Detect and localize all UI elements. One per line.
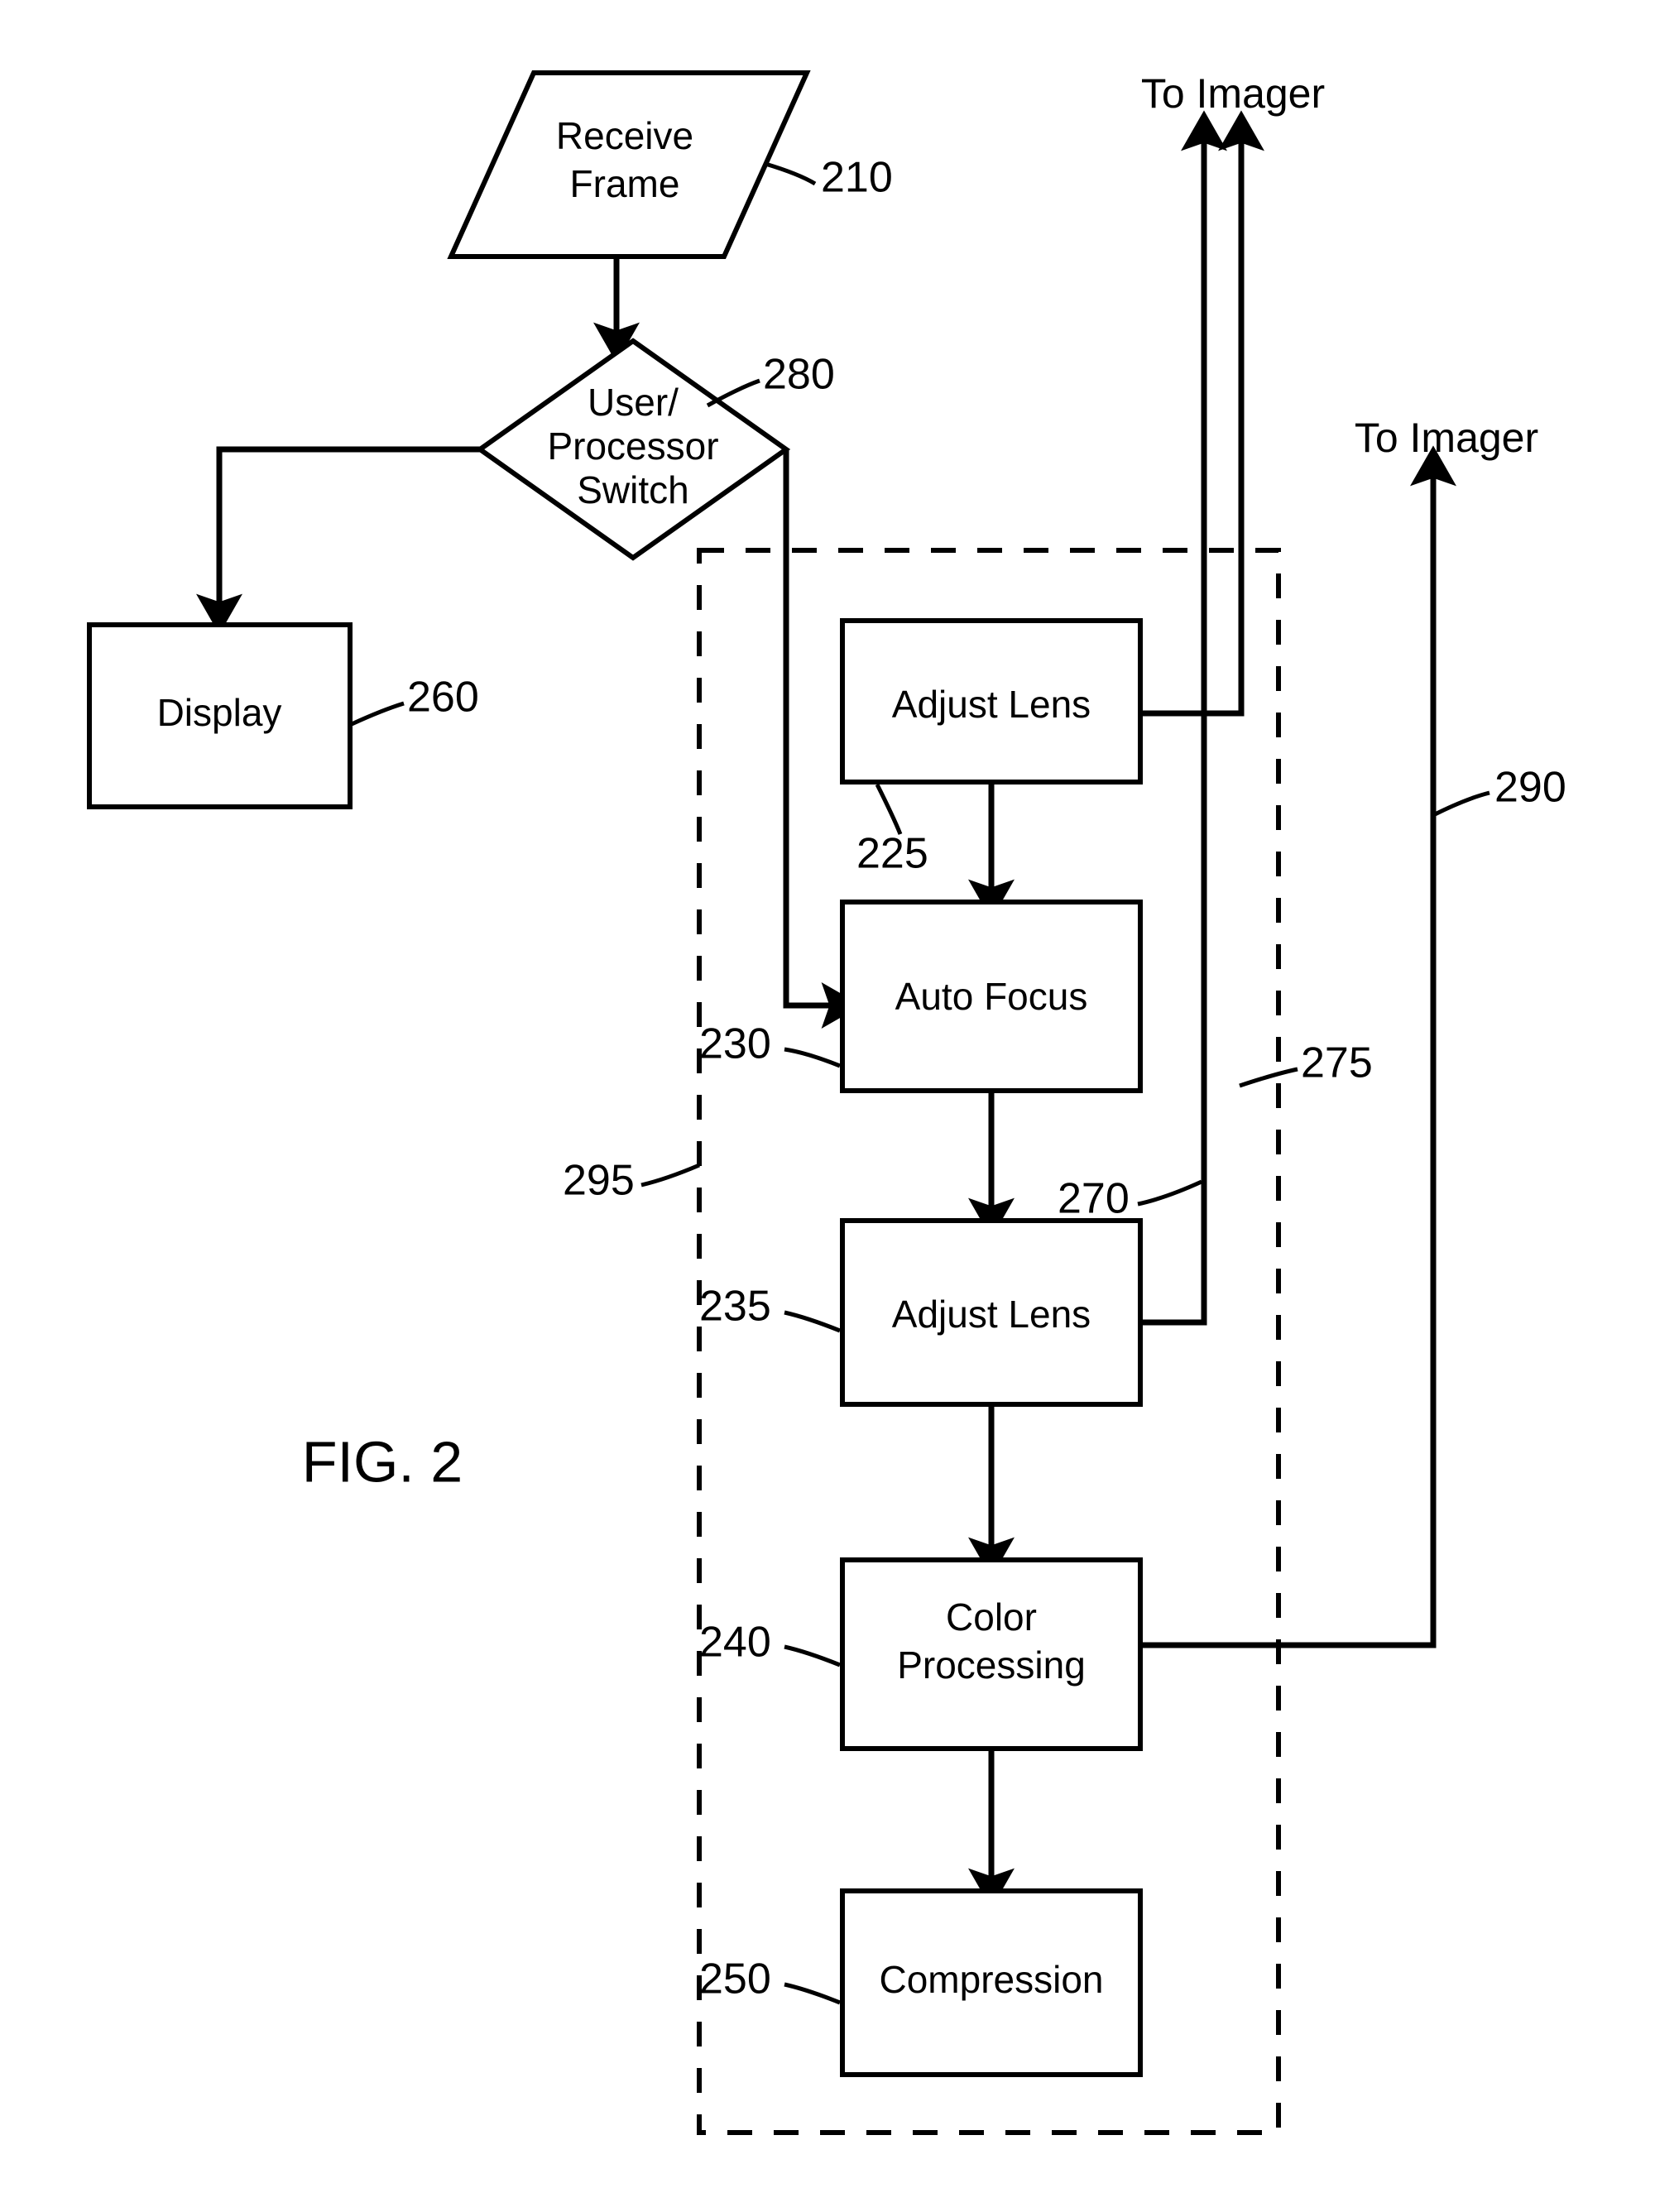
node-switch-label-line3: Switch xyxy=(577,468,688,511)
ref-230: 230 xyxy=(699,1020,771,1068)
ref-270: 270 xyxy=(1058,1175,1130,1223)
node-adjust-lens-1-label: Adjust Lens xyxy=(892,683,1091,726)
ref-295: 295 xyxy=(563,1157,635,1205)
output-to-imager-top: To Imager xyxy=(1141,70,1325,117)
edge-color-processing-to-imager-290 xyxy=(1140,445,1456,1648)
ref-240: 240 xyxy=(699,1619,771,1667)
leader-210 xyxy=(765,161,817,186)
ref-280: 280 xyxy=(763,351,835,399)
node-receive-frame-label-line1: Receive xyxy=(556,114,693,157)
node-auto-focus-label: Auto Focus xyxy=(895,975,1088,1018)
ref-210: 210 xyxy=(821,154,893,202)
leader-295 xyxy=(640,1163,700,1188)
leader-235 xyxy=(784,1310,841,1333)
ref-260: 260 xyxy=(407,674,479,722)
edge-switch-to-auto-focus xyxy=(783,449,862,1029)
node-switch-label-line1: User/ xyxy=(588,381,679,424)
figure-caption: FIG. 2 xyxy=(302,1429,463,1494)
ref-250: 250 xyxy=(699,1955,771,2003)
node-color-processing-label-line1: Color xyxy=(946,1595,1037,1639)
node-receive-frame-label-line2: Frame xyxy=(570,162,680,205)
node-switch-label-line2: Processor xyxy=(547,425,718,468)
node-color-processing-label-line2: Processing xyxy=(897,1643,1086,1687)
leader-280 xyxy=(706,378,760,408)
ref-290: 290 xyxy=(1494,764,1566,812)
leader-225 xyxy=(875,783,903,835)
leader-260 xyxy=(350,701,405,727)
ref-225: 225 xyxy=(856,830,928,878)
figure-page: Receive Frame User/ Processor Switch Dis… xyxy=(0,0,1655,2212)
edge-adjust-lens-1-to-imager-275 xyxy=(1140,110,1264,717)
ref-275: 275 xyxy=(1301,1039,1373,1087)
flowchart-diagram: Receive Frame User/ Processor Switch Dis… xyxy=(87,70,1566,2135)
leader-250 xyxy=(784,1982,841,2005)
leader-240 xyxy=(784,1644,841,1667)
output-to-imager-right: To Imager xyxy=(1355,415,1538,461)
node-display-label: Display xyxy=(157,691,282,734)
leader-270 xyxy=(1137,1179,1203,1207)
leader-290 xyxy=(1432,790,1490,818)
node-compression-label: Compression xyxy=(880,1958,1104,2001)
node-adjust-lens-2-label: Adjust Lens xyxy=(892,1293,1091,1336)
leader-230 xyxy=(784,1047,841,1068)
leader-275 xyxy=(1239,1067,1298,1088)
edge-switch-to-display xyxy=(196,446,480,635)
edge-adjust-lens-2-to-imager-270 xyxy=(1140,110,1227,1326)
ref-235: 235 xyxy=(699,1283,771,1331)
